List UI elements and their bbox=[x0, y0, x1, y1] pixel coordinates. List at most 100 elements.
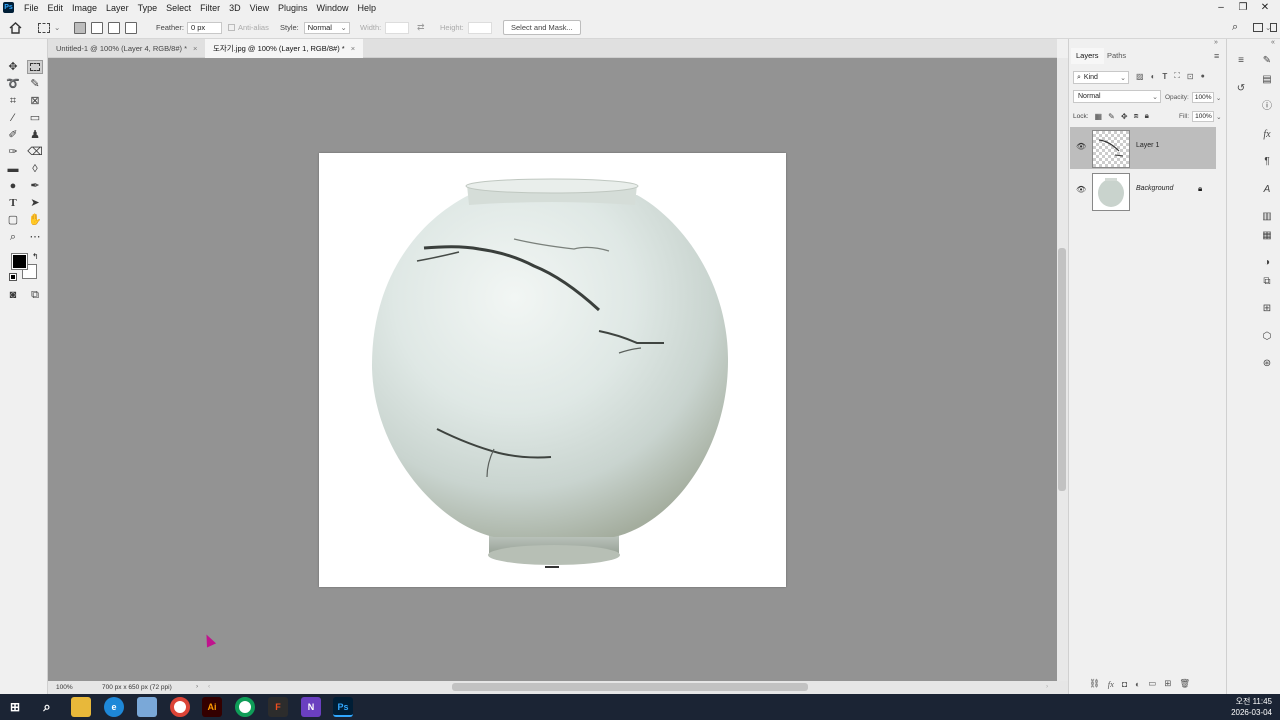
filter-kind-select[interactable]: ⌕ Kind ⌄ bbox=[1073, 71, 1129, 84]
dodge-tool-icon[interactable]: ● bbox=[5, 179, 21, 193]
frame-tool-icon[interactable]: ⊠ bbox=[27, 94, 43, 108]
menu-file[interactable]: File bbox=[24, 3, 39, 13]
select-and-mask-button[interactable]: Select and Mask... bbox=[503, 20, 581, 35]
menu-image[interactable]: Image bbox=[72, 3, 97, 13]
chrome-2-icon[interactable] bbox=[235, 697, 255, 717]
home-icon[interactable] bbox=[9, 16, 22, 39]
new-group-icon[interactable]: ▭ bbox=[1148, 678, 1156, 689]
history-icon[interactable]: ↺ bbox=[1234, 82, 1248, 96]
zoom-level[interactable]: 100% bbox=[56, 684, 73, 691]
stamp-tool-icon[interactable]: ♟ bbox=[27, 128, 43, 142]
files-icon[interactable] bbox=[137, 697, 157, 717]
workspace-icon[interactable]: ⌄ bbox=[1253, 16, 1271, 39]
add-selection-icon[interactable] bbox=[91, 21, 103, 34]
edge-icon[interactable]: e bbox=[104, 697, 124, 717]
swap-colors-icon[interactable]: ↰ bbox=[32, 252, 39, 261]
menu-select[interactable]: Select bbox=[166, 3, 191, 13]
width-input[interactable] bbox=[385, 21, 410, 34]
shape-filter-icon[interactable]: ⛶ bbox=[1174, 71, 1180, 81]
path-selection-tool-icon[interactable]: ➤ bbox=[27, 196, 43, 210]
pen-tool-icon[interactable]: ✒ bbox=[27, 179, 43, 193]
swatches-icon[interactable]: ▦ bbox=[1260, 229, 1274, 243]
chrome-icon[interactable] bbox=[170, 697, 190, 717]
layer-row-background[interactable]: 👁︎ Background 🔒︎ bbox=[1070, 170, 1216, 212]
windows-start-icon[interactable]: ⊞ bbox=[5, 697, 25, 717]
hand-tool-icon[interactable]: ✋ bbox=[27, 213, 43, 227]
lock-position-icon[interactable]: ✥ bbox=[1121, 112, 1128, 121]
lasso-tool-icon[interactable]: ➰ bbox=[5, 77, 21, 91]
add-mask-icon[interactable]: ◘ bbox=[1122, 679, 1127, 689]
visibility-eye-icon[interactable]: 👁︎ bbox=[1076, 142, 1086, 152]
adjustment-filter-icon[interactable]: ◐ bbox=[1151, 72, 1156, 81]
menu-layer[interactable]: Layer bbox=[106, 3, 129, 13]
comments-icon[interactable]: ▤ bbox=[1260, 73, 1274, 87]
move-tool-icon[interactable]: ✥ bbox=[5, 60, 21, 74]
paragraph-icon[interactable]: ¶ bbox=[1260, 155, 1274, 169]
tab-dojagi[interactable]: 도자기.jpg @ 100% (Layer 1, RGB/8#) * × bbox=[205, 39, 364, 58]
type-filter-icon[interactable]: T bbox=[1162, 72, 1167, 81]
eyedropper-tool-icon[interactable]: ⁄ bbox=[5, 111, 21, 125]
zoom-tool-icon[interactable]: ⌕ bbox=[5, 230, 21, 244]
tables-icon[interactable]: ⊞ bbox=[1260, 302, 1274, 316]
style-select[interactable]: Normal ⌄ bbox=[303, 21, 350, 34]
new-selection-icon[interactable] bbox=[74, 21, 86, 34]
panel-menu-icon[interactable]: ≡ bbox=[1214, 51, 1219, 61]
marquee-preset-icon[interactable]: ⌄ bbox=[38, 16, 60, 39]
collapse-strip-icon[interactable]: « bbox=[1271, 39, 1275, 46]
blur-tool-icon[interactable]: ◊ bbox=[27, 162, 43, 176]
file-explorer-icon[interactable] bbox=[71, 697, 91, 717]
intersect-selection-icon[interactable] bbox=[125, 21, 137, 34]
figma-icon[interactable]: F bbox=[268, 697, 288, 717]
new-layer-icon[interactable]: ⊞ bbox=[1164, 678, 1171, 689]
crop-tool-icon[interactable]: ⌗ bbox=[5, 94, 21, 108]
system-clock[interactable]: 오전 11:45 2026-03-04 bbox=[1231, 696, 1272, 718]
menu-filter[interactable]: Filter bbox=[200, 3, 220, 13]
lock-pixels-icon[interactable]: ✎ bbox=[1108, 112, 1115, 121]
share-icon[interactable] bbox=[1270, 16, 1277, 39]
rectangular-marquee-tool-icon[interactable] bbox=[27, 60, 43, 74]
foreground-color-swatch[interactable] bbox=[11, 253, 28, 270]
menu-help[interactable]: Help bbox=[358, 3, 377, 13]
feather-input[interactable]: 0 px bbox=[186, 21, 222, 34]
menu-type[interactable]: Type bbox=[138, 3, 158, 13]
delete-layer-icon[interactable]: 🗑︎ bbox=[1179, 678, 1190, 689]
menu-3d[interactable]: 3D bbox=[229, 3, 241, 13]
photoshop-taskbar-icon[interactable]: Ps bbox=[333, 697, 353, 717]
patch-tool-icon[interactable]: ▭ bbox=[27, 111, 43, 125]
close-icon[interactable]: × bbox=[193, 44, 197, 53]
magic-wand-tool-icon[interactable]: ✎ bbox=[27, 77, 43, 91]
lock-icon[interactable]: 🔒︎ bbox=[1198, 184, 1202, 194]
search-icon[interactable]: ⌕ bbox=[1232, 16, 1238, 39]
scroll-right-icon[interactable]: › bbox=[1046, 683, 1048, 690]
lock-all-icon[interactable]: 🔒︎ bbox=[1145, 111, 1149, 121]
horizontal-scroll-thumb[interactable] bbox=[452, 683, 808, 691]
chevron-down-icon[interactable]: ⌄ bbox=[1216, 94, 1221, 102]
history-brush-tool-icon[interactable]: ✑ bbox=[5, 145, 21, 159]
info-icon[interactable]: ⓘ bbox=[1260, 100, 1274, 114]
chevron-down-icon[interactable]: ⌄ bbox=[1216, 113, 1221, 121]
properties-icon[interactable]: ≡ bbox=[1234, 54, 1248, 68]
tab-untitled-1[interactable]: Untitled-1 @ 100% (Layer 4, RGB/8#) * × bbox=[48, 39, 205, 58]
canvas-area[interactable] bbox=[48, 58, 1057, 681]
smart-object-filter-icon[interactable]: ⊡ bbox=[1187, 72, 1194, 81]
adjustment-layer-icon[interactable]: ◐ bbox=[1135, 679, 1140, 689]
link-layers-icon[interactable]: ⛓ bbox=[1089, 678, 1100, 689]
height-input[interactable] bbox=[467, 21, 492, 34]
brush-settings-icon[interactable]: ✎ bbox=[1260, 54, 1274, 68]
opacity-input[interactable]: 100% bbox=[1191, 92, 1214, 103]
shapes-icon[interactable]: ⬡ bbox=[1260, 330, 1274, 344]
scroll-left-icon[interactable]: ‹ bbox=[208, 683, 210, 690]
document-canvas[interactable] bbox=[319, 153, 786, 587]
fx-icon[interactable]: fx bbox=[1108, 679, 1114, 689]
default-colors-icon[interactable] bbox=[9, 273, 17, 281]
anti-alias-checkbox[interactable]: Anti-alias bbox=[228, 16, 269, 39]
collapse-panel-icon[interactable]: » bbox=[1214, 39, 1218, 46]
fx-styles-icon[interactable]: fx bbox=[1260, 128, 1274, 142]
restore-button[interactable]: ❐ bbox=[1232, 0, 1254, 16]
gradient-tool-icon[interactable]: ▬ bbox=[5, 162, 21, 176]
menu-window[interactable]: Window bbox=[317, 3, 349, 13]
tab-layers[interactable]: Layers bbox=[1071, 48, 1104, 64]
libraries-icon[interactable]: ⧉ bbox=[1260, 275, 1274, 289]
menu-plugins[interactable]: Plugins bbox=[278, 3, 308, 13]
channels-icon[interactable]: ⊛ bbox=[1260, 357, 1274, 371]
